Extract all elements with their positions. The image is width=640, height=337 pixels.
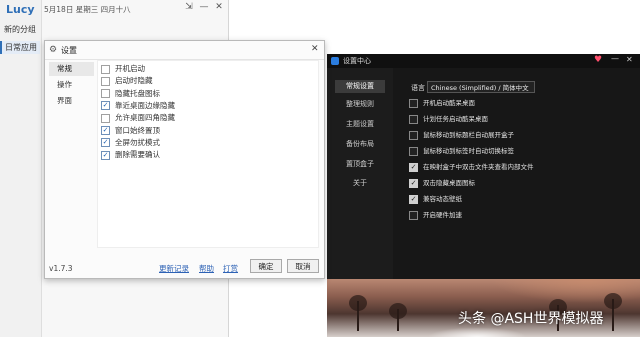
center-option-label: 鼠标移动到标题栏自动展开盒子: [423, 131, 514, 139]
center-option-label: 开启硬件加速: [423, 211, 462, 219]
tab-general[interactable]: 常规: [49, 62, 94, 76]
donate-link[interactable]: 打赏: [223, 263, 238, 274]
checkbox-checked-icon[interactable]: ✓: [409, 162, 418, 172]
checkbox-icon[interactable]: [101, 64, 110, 74]
close-icon[interactable]: ✕: [311, 44, 319, 54]
settings-option-label: 删除需要确认: [115, 150, 160, 160]
nav-about[interactable]: 关于: [335, 177, 385, 190]
tab-operation[interactable]: 操作: [49, 78, 94, 92]
settings-option[interactable]: 启动时隐藏: [101, 75, 153, 87]
center-option-label: 鼠标移动到标签时自动切换标签: [423, 147, 514, 155]
new-group-button[interactable]: 新的分组: [4, 24, 36, 35]
checkbox-icon[interactable]: [101, 89, 110, 99]
checkbox-checked-icon[interactable]: ✓: [409, 194, 418, 204]
checkbox-checked-icon[interactable]: ✓: [101, 138, 110, 148]
settings-option[interactable]: ✓ 全屏勿扰模式: [101, 137, 160, 149]
settings-option[interactable]: ✓ 删除需要确认: [101, 149, 160, 161]
settings-option[interactable]: 隐藏托盘图标: [101, 88, 160, 100]
checkbox-checked-icon[interactable]: ✓: [409, 178, 418, 188]
settings-option-label: 窗口始终置顶: [115, 125, 160, 135]
settings-tabs: 常规 操作 界面: [49, 60, 96, 260]
watermark: 头条 @ASH世界模拟器: [458, 311, 604, 327]
checkbox-checked-icon[interactable]: ✓: [101, 150, 110, 160]
center-option-label: 开机启动酷呆桌面: [423, 99, 475, 107]
settings-title: 设置: [61, 46, 77, 55]
settings-option[interactable]: ✓ 靠近桌面边缘隐藏: [101, 100, 175, 112]
settings-titlebar: ⚙ 设置 ✕: [45, 41, 324, 60]
center-option-label: 兼容动态壁纸: [423, 195, 462, 203]
settings-panel: 开机启动 启动时隐藏 隐藏托盘图标 ✓ 靠近桌面边缘隐藏 允许桌面四角隐藏 ✓ 窗口始终置顶 ✓…: [97, 60, 319, 248]
checkbox-checked-icon[interactable]: ✓: [101, 126, 110, 135]
close-button[interactable]: ✕: [212, 1, 226, 13]
checkbox-icon[interactable]: [101, 113, 110, 123]
lucy-sidebar: Lucy 新的分组 日常应用: [0, 0, 42, 337]
gear-icon: ⚙: [49, 45, 58, 55]
settings-option-label: 启动时隐藏: [115, 76, 153, 86]
wallpaper-tree: [604, 293, 622, 331]
center-option[interactable]: 鼠标移动到标题栏自动展开盒子: [409, 130, 514, 142]
settings-center-nav: 常规设置 整理规则 主题设置 备份布局 置顶盒子 关于: [327, 68, 393, 279]
checkbox-icon[interactable]: [409, 146, 418, 156]
nav-pinned-box[interactable]: 置顶盒子: [335, 158, 385, 171]
tab-interface[interactable]: 界面: [49, 94, 94, 108]
heart-icon[interactable]: ♥: [594, 55, 602, 65]
minimize-button[interactable]: —: [611, 54, 619, 63]
wallpaper-tree: [349, 295, 367, 331]
center-option-label: 计划任务启动酷呆桌面: [423, 115, 488, 123]
app-logo-icon: [331, 57, 339, 65]
minimize-button[interactable]: —: [197, 1, 211, 13]
nav-theme[interactable]: 主题设置: [335, 118, 385, 131]
group-item-daily-apps[interactable]: 日常应用: [0, 41, 40, 54]
help-link[interactable]: 帮助: [199, 263, 214, 274]
settings-center-title: 设置中心: [343, 57, 371, 65]
checkbox-icon[interactable]: [101, 76, 110, 86]
center-option[interactable]: 计划任务启动酷呆桌面: [409, 114, 488, 126]
nav-rules[interactable]: 整理规则: [335, 98, 385, 111]
settings-option[interactable]: 允许桌面四角隐藏: [101, 112, 175, 124]
settings-option-label: 允许桌面四角隐藏: [115, 113, 175, 123]
settings-center-window: 设置中心 ♥ — ✕ 常规设置 整理规则 主题设置 备份布局 置顶盒子 关于 语…: [327, 54, 640, 337]
wallpaper-tree: [389, 303, 407, 331]
center-option-label: 在映射盒子中双击文件夹查看内部文件: [423, 163, 534, 171]
ok-button[interactable]: 确定: [250, 259, 282, 273]
settings-option[interactable]: ✓ 窗口始终置顶: [101, 125, 160, 137]
app-name: Lucy: [6, 3, 35, 16]
settings-option-label: 开机启动: [115, 64, 145, 73]
version-label: v1.7.3: [49, 264, 73, 273]
close-button[interactable]: ✕: [626, 55, 633, 64]
changelog-link[interactable]: 更新记录: [159, 263, 189, 274]
settings-option-label: 全屏勿扰模式: [115, 137, 160, 147]
center-option-label: 双击隐藏桌面图标: [423, 179, 475, 187]
settings-center-titlebar: 设置中心 ♥ — ✕: [327, 54, 640, 68]
pin-icon[interactable]: ⇲: [182, 1, 196, 13]
settings-option[interactable]: 开机启动: [101, 63, 145, 75]
center-option[interactable]: ✓ 在映射盒子中双击文件夹查看内部文件: [409, 162, 534, 174]
checkbox-icon[interactable]: [409, 210, 418, 220]
nav-backup[interactable]: 备份布局: [335, 138, 385, 151]
center-option[interactable]: 开机启动酷呆桌面: [409, 98, 475, 110]
cancel-button[interactable]: 取消: [287, 259, 319, 273]
date-label: 5月18日 星期三 四月十八: [44, 5, 131, 14]
settings-option-label: 隐藏托盘图标: [115, 88, 160, 98]
settings-dialog: ⚙ 设置 ✕ 常规 操作 界面 开机启动启动时隐藏隐藏托盘图标 ✓ 靠近桌面边缘隐藏…: [44, 40, 325, 279]
center-option[interactable]: ✓ 双击隐藏桌面图标: [409, 178, 475, 190]
checkbox-icon[interactable]: [409, 98, 418, 108]
checkbox-checked-icon[interactable]: ✓: [101, 101, 110, 111]
settings-option-label: 靠近桌面边缘隐藏: [115, 100, 175, 110]
center-option[interactable]: 鼠标移动到标签时自动切换标签: [409, 146, 514, 158]
language-label: 语言: [411, 84, 425, 92]
checkbox-icon[interactable]: [409, 114, 418, 124]
center-option[interactable]: 开启硬件加速: [409, 210, 462, 222]
nav-general[interactable]: 常规设置: [335, 80, 385, 93]
language-select[interactable]: Chinese (Simplified) / 简体中文: [427, 81, 535, 93]
center-option[interactable]: ✓ 兼容动态壁纸: [409, 194, 462, 206]
checkbox-icon[interactable]: [409, 130, 418, 140]
